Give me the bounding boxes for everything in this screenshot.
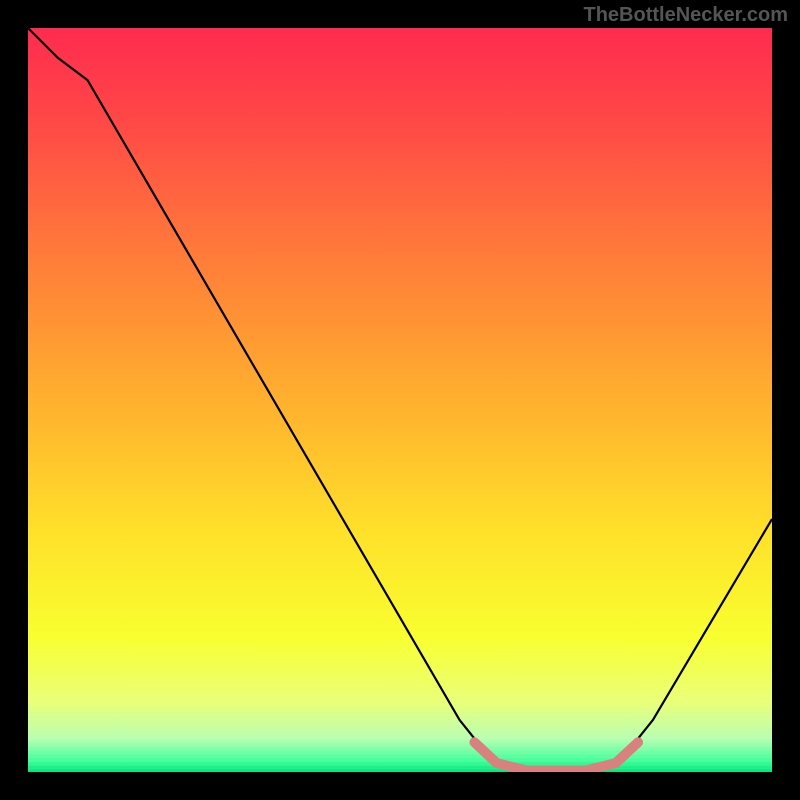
watermark-text: TheBottleNecker.com: [583, 4, 788, 27]
gradient-background: [28, 28, 772, 772]
chart-frame: [28, 28, 772, 772]
chart-svg: [28, 28, 772, 772]
